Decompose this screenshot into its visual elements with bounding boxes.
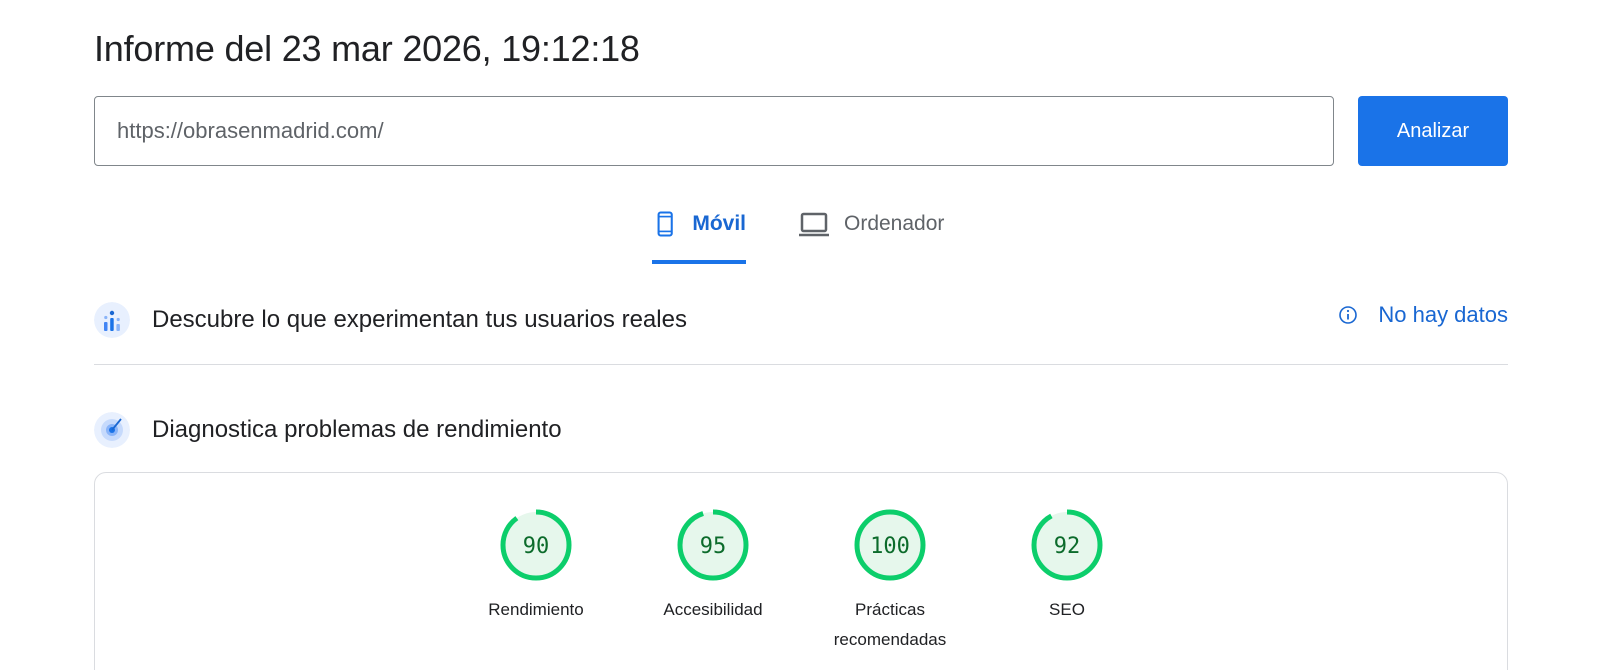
tab-mobile-label: Móvil [692,212,746,235]
score-gauge: 100 [854,509,926,581]
report-title: Informe del 23 mar 2026, 19:12:18 [94,28,640,69]
users-chart-icon [94,302,130,338]
smartphone-icon [657,211,673,237]
radar-icon [94,412,130,448]
tab-mobile[interactable]: Móvil [652,208,746,264]
score-value: 90 [523,534,550,559]
tab-desktop-label: Ordenador [844,212,945,235]
section-divider [94,364,1508,365]
score-label: Accesibilidad [663,600,763,619]
field-data-title: Descubre lo que experimentan tus usuario… [152,306,687,333]
score-accessibility[interactable]: 95 Accesibilidad [638,507,788,625]
analyze-button[interactable]: Analizar [1358,96,1508,166]
score-gauge: 92 [1031,509,1103,581]
no-data-label: No hay datos [1378,302,1508,327]
score-seo[interactable]: 92 SEO [992,507,1142,625]
tab-desktop[interactable]: Ordenador [798,208,944,264]
score-value: 95 [700,534,727,559]
score-label: Rendimiento [488,600,584,619]
score-gauge: 90 [500,509,572,581]
lab-data-title: Diagnostica problemas de rendimiento [152,416,562,443]
laptop-icon [799,212,829,237]
no-data-link[interactable]: No hay datos [1338,302,1508,328]
lab-data-header: Diagnostica problemas de rendimiento [94,412,1508,448]
info-icon [1339,306,1358,324]
score-label: SEO [1049,600,1085,619]
url-input[interactable] [94,96,1334,166]
score-best-practices[interactable]: 100 Prácticas recomendadas [815,507,965,655]
score-label-line: Prácticas [855,600,925,619]
score-value: 100 [870,534,910,559]
score-value: 92 [1054,534,1081,559]
score-performance[interactable]: 90 Rendimiento [461,507,611,625]
field-data-header: Descubre lo que experimentan tus usuario… [94,302,1508,338]
score-gauge: 95 [677,509,749,581]
score-label-line: recomendadas [833,630,947,649]
score-label: Prácticas recomendadas [815,595,965,655]
scores-card: 90 Rendimiento 95 Accesibilidad 100 Prác… [94,472,1508,670]
